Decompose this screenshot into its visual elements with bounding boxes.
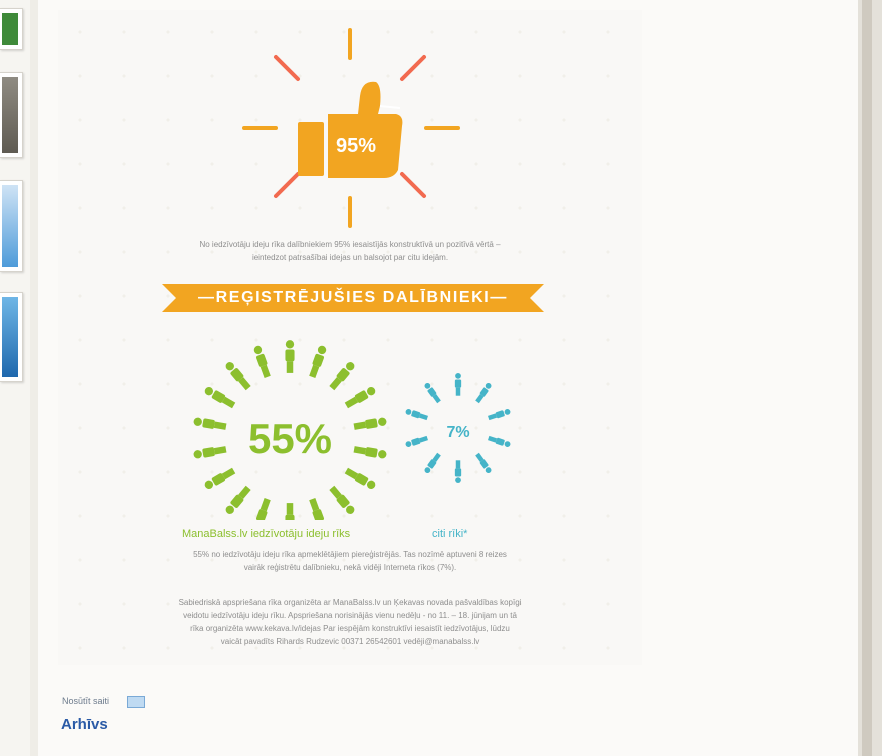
- infographic-panel: 95% No iedzīvotāju ideju rīka dalībnieki…: [58, 10, 642, 665]
- para1: 55% no iedzīvotāju ideju rīka apmeklētāj…: [98, 548, 602, 574]
- person-icon: [309, 498, 324, 520]
- thumbnail-1[interactable]: [0, 8, 23, 50]
- left-thumbnail-strip: [0, 0, 30, 756]
- person-icon: [353, 446, 387, 459]
- person-icon: [475, 452, 492, 474]
- blue-label: citi rīki*: [432, 528, 468, 540]
- scrollbar-track[interactable]: [862, 0, 872, 756]
- thumbs-caption-line2: ieintedzot patrsašībai idejas un balsojo…: [251, 253, 449, 262]
- archive-link[interactable]: Arhīvs: [61, 716, 108, 733]
- para2: Sabiedriskā apspriešana rīka organizēta …: [88, 596, 612, 648]
- person-icon: [225, 485, 251, 514]
- person-icon: [405, 409, 428, 421]
- person-icon: [329, 362, 355, 391]
- section-banner: —REĢISTRĒJUŠIES DALĪBNIEKI—: [162, 284, 544, 312]
- person-icon: [344, 386, 376, 409]
- person-icon: [475, 382, 492, 404]
- para1-line2: vairāk reģistrētu dalībnieku, nekā vidēj…: [243, 563, 457, 572]
- person-icon: [454, 460, 462, 483]
- person-icon: [424, 382, 441, 404]
- person-icon: [193, 446, 227, 459]
- thumbnail-3[interactable]: [0, 180, 23, 272]
- person-icon: [488, 435, 511, 447]
- para2-line3: rīka organizēta www.kekava.lv/idejas Par…: [190, 624, 510, 633]
- send-link-label: Nosūtīt saiti: [62, 696, 110, 706]
- person-icon: [488, 409, 511, 421]
- person-icon: [256, 498, 271, 520]
- person-icon: [225, 362, 251, 391]
- para2-line4: vaicāt pavadīts Rihards Rudzeviс 00371 2…: [220, 637, 480, 646]
- thumbs-caption-line1: No iedzīvotāju ideju rīka dalībniekiem 9…: [199, 240, 501, 249]
- right-scroll-area: [858, 0, 882, 756]
- thumbs-percent: 95%: [336, 135, 376, 157]
- para2-line2: veidotu iedzīvotāju ideju rīku. Apsprieš…: [183, 611, 517, 620]
- mail-icon[interactable]: [127, 696, 145, 708]
- para2-line1: Sabiedriskā apspriešana rīka organizēta …: [178, 598, 522, 607]
- person-icon: [353, 417, 387, 430]
- person-icon: [454, 373, 462, 396]
- person-icon: [344, 467, 376, 490]
- thumbs-caption: No iedzīvotāju ideju rīka dalībniekiem 9…: [98, 238, 602, 264]
- person-icon: [204, 386, 236, 409]
- person-icon: [285, 503, 295, 520]
- thumbnail-4[interactable]: [0, 292, 23, 382]
- person-icon: [405, 435, 428, 447]
- person-icon: [424, 452, 441, 474]
- big-percent: 55%: [248, 415, 332, 462]
- person-icon: [253, 345, 271, 378]
- registered-green-graphic: 55% 7%: [193, 340, 511, 520]
- person-icon: [329, 485, 355, 514]
- person-icon: [204, 467, 236, 490]
- green-label: ManaBalss.lv iedzīvotāju ideju rīks: [182, 528, 351, 540]
- thumbs-up-icon: [298, 81, 403, 178]
- small-percent: 7%: [446, 424, 469, 441]
- thumbnail-2[interactable]: [0, 72, 23, 158]
- person-icon: [285, 340, 295, 373]
- person-icon: [309, 345, 327, 378]
- para1-line1: 55% no iedzīvotāju ideju rīka apmeklētāj…: [193, 550, 507, 559]
- person-icon: [193, 417, 227, 430]
- banner-title: —REĢISTRĒJUŠIES DALĪBNIEKI—: [198, 289, 508, 306]
- thumbs-up-graphic: 95%: [242, 28, 460, 228]
